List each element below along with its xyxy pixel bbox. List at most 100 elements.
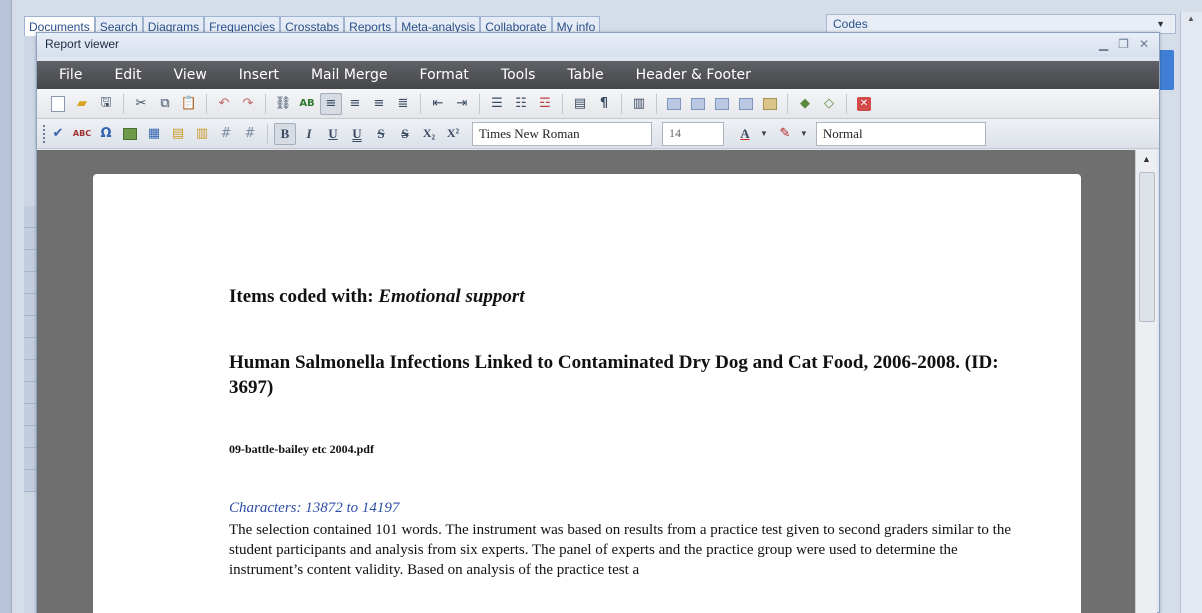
strikethrough-button[interactable]: S	[370, 123, 392, 145]
insert-column-icon[interactable]	[735, 93, 757, 115]
menu-view[interactable]: View	[158, 67, 223, 83]
toolbar-separator	[621, 93, 622, 114]
insert-table-icon[interactable]	[663, 93, 685, 115]
show-formatting-icon[interactable]: ¶	[593, 93, 615, 115]
window-controls: ▁ ❐ ✕	[1099, 37, 1149, 51]
report-viewer-window: Report viewer ▁ ❐ ✕ File Edit View Inser…	[36, 32, 1160, 613]
bullet-list-icon[interactable]: ☰	[486, 93, 508, 115]
scroll-up-arrow-icon[interactable]: ▲	[1142, 154, 1151, 164]
undo-icon[interactable]: ↶	[213, 93, 235, 115]
copy-icon[interactable]: ⧉	[154, 93, 176, 115]
standard-toolbar: ▰ 🖫 ✂ ⧉ 📋 ↶ ↷ ⛓ AB ≡ ≡ ≡ ≣ ⇤ ⇥ ☰ ☷ ☲ ▤ ¶…	[37, 89, 1159, 119]
abc-check-icon[interactable]: ABC	[71, 123, 93, 145]
italic-button[interactable]: I	[298, 123, 320, 145]
toolbar-separator	[656, 93, 657, 114]
paragraph-style-select[interactable]: Normal	[815, 121, 986, 146]
font-size-select[interactable]: 14	[662, 121, 724, 146]
menu-bar: File Edit View Insert Mail Merge Format …	[37, 61, 1159, 89]
cell-borders-icon[interactable]: ◇	[818, 93, 840, 115]
cell-shading-icon[interactable]: ◆	[794, 93, 816, 115]
toolbar-separator	[123, 93, 124, 114]
insert-merge-field-icon[interactable]: #	[239, 123, 261, 145]
menu-file[interactable]: File	[43, 67, 98, 83]
restore-icon[interactable]: ❐	[1118, 37, 1129, 51]
align-left-icon[interactable]: ≡	[320, 92, 342, 115]
toolbar-separator	[265, 93, 266, 114]
menu-edit[interactable]: Edit	[98, 67, 157, 83]
cut-icon[interactable]: ✂	[130, 93, 152, 115]
bold-button[interactable]: B	[274, 122, 296, 145]
toolbar-separator	[206, 93, 207, 114]
justify-icon[interactable]: ≣	[392, 93, 414, 115]
minimize-icon[interactable]: ▁	[1099, 37, 1108, 51]
font-color-icon[interactable]: A	[734, 123, 756, 145]
subscript-button[interactable]: X₂	[418, 123, 440, 145]
menu-format[interactable]: Format	[404, 67, 485, 83]
superscript-button[interactable]: X²	[442, 123, 464, 145]
numbered-list-icon[interactable]: ☷	[510, 93, 532, 115]
paste-icon[interactable]: 📋	[178, 93, 200, 115]
decrease-indent-icon[interactable]: ⇤	[427, 93, 449, 115]
insert-header-icon[interactable]: ▥	[191, 123, 213, 145]
align-center-icon[interactable]: ≡	[344, 93, 366, 115]
table-properties-icon[interactable]	[687, 93, 709, 115]
save-icon[interactable]: 🖫	[95, 93, 117, 115]
codes-dropdown[interactable]: Codes ▼	[826, 14, 1176, 34]
open-folder-icon[interactable]: ▰	[71, 93, 93, 115]
highlight-color-icon[interactable]: ✎	[774, 123, 796, 145]
scroll-thumb[interactable]	[1139, 172, 1155, 322]
toolbar-separator	[787, 93, 788, 114]
insert-symbol-icon[interactable]: Ω	[95, 123, 117, 145]
article-title: Human Salmonella Infections Linked to Co…	[229, 352, 999, 398]
merge-cells-icon[interactable]	[759, 93, 781, 115]
formatting-toolbar: ✔ ABC Ω ▦ ▤ ▥ # # B I U U S S X₂ X² Time…	[37, 119, 1159, 149]
multilevel-list-icon[interactable]: ☲	[534, 93, 556, 115]
link-icon[interactable]: ⛓	[272, 93, 294, 115]
insert-field-icon[interactable]: #	[215, 123, 237, 145]
spelling-icon[interactable]: ✔	[47, 123, 69, 145]
window-titlebar[interactable]: Report viewer ▁ ❐ ✕	[37, 33, 1159, 57]
report-heading: Items coded with: Emotional support	[229, 286, 525, 308]
scroll-up-arrow-icon[interactable]: ▲	[1187, 14, 1195, 23]
font-color-dropdown-icon[interactable]: ▼	[760, 129, 768, 138]
increase-indent-icon[interactable]: ⇥	[451, 93, 473, 115]
excerpt-text: The selection contained 101 words. The i…	[229, 522, 1012, 578]
menu-tools[interactable]: Tools	[485, 67, 552, 83]
toolbar-grip-icon[interactable]	[43, 125, 49, 143]
menu-header-footer[interactable]: Header & Footer	[620, 67, 767, 83]
spellcheck-icon[interactable]: AB	[296, 93, 318, 115]
menu-mail-merge[interactable]: Mail Merge	[295, 67, 404, 83]
toolbar-separator	[420, 93, 421, 114]
double-underline-button[interactable]: U	[346, 123, 368, 145]
menu-insert[interactable]: Insert	[223, 67, 295, 83]
align-right-icon[interactable]: ≡	[368, 93, 390, 115]
insert-textbox-icon[interactable]: ▤	[167, 123, 189, 145]
toolbar-separator	[479, 93, 480, 114]
document-area: Items coded with: Emotional support Huma…	[37, 150, 1157, 613]
new-document-icon[interactable]	[47, 93, 69, 115]
menu-table[interactable]: Table	[551, 67, 619, 83]
delete-table-icon[interactable]: ✕	[853, 93, 875, 115]
source-file-name: 09-battle-bailey etc 2004.pdf	[229, 442, 374, 456]
codes-label: Codes	[833, 17, 868, 31]
highlight-dropdown-icon[interactable]: ▼	[800, 129, 808, 138]
double-strikethrough-button[interactable]: S	[394, 123, 416, 145]
dropdown-arrow-icon: ▼	[1156, 19, 1165, 29]
underline-button[interactable]: U	[322, 123, 344, 145]
insert-table-grid-icon[interactable]: ▦	[143, 123, 165, 145]
heading-code-name: Emotional support	[378, 286, 525, 307]
background-scrollbar[interactable]: ▲	[1180, 12, 1202, 613]
redo-icon[interactable]: ↷	[237, 93, 259, 115]
toolbar-separator	[846, 93, 847, 114]
document-page[interactable]: Items coded with: Emotional support Huma…	[93, 174, 1081, 613]
insert-row-icon[interactable]	[711, 93, 733, 115]
document-scrollbar[interactable]: ▲	[1135, 150, 1157, 613]
close-icon[interactable]: ✕	[1139, 37, 1149, 51]
background-left-border	[0, 0, 12, 613]
window-title: Report viewer	[45, 37, 120, 51]
columns-icon[interactable]: ▥	[628, 93, 650, 115]
insert-image-icon[interactable]	[119, 123, 141, 145]
font-family-select[interactable]: Times New Roman	[472, 121, 652, 146]
heading-prefix: Items coded with:	[229, 286, 379, 307]
paragraph-format-icon[interactable]: ▤	[569, 93, 591, 115]
